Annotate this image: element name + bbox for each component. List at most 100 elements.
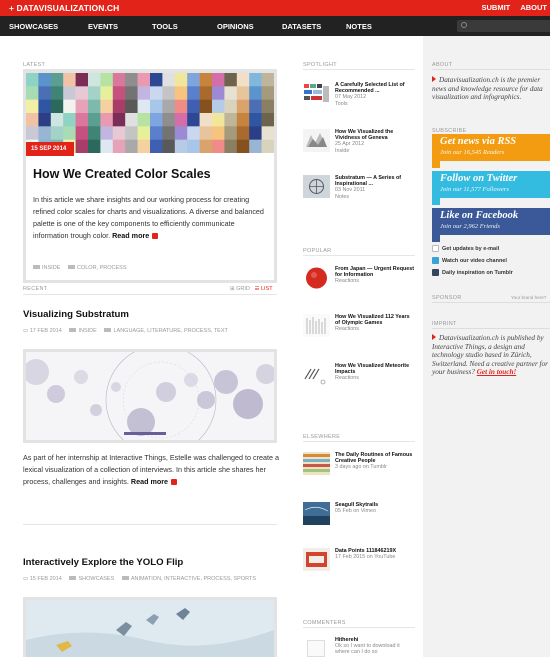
divider — [303, 441, 415, 442]
folder-icon — [69, 576, 77, 580]
divider — [23, 294, 277, 295]
article-thumbnail — [303, 175, 330, 198]
spotlight-item[interactable]: A Carefully Selected List of Recommended… — [303, 82, 415, 112]
divider — [303, 627, 415, 628]
nav-datasets[interactable]: DATASETS — [282, 22, 321, 31]
popular-title[interactable]: How We Visualized Meteorite Impacts — [335, 363, 409, 375]
spotlight-item[interactable]: Substratum — A Series of Inspirational .… — [303, 175, 415, 205]
nav-showcases[interactable]: SHOWCASES — [9, 22, 58, 31]
popular-item[interactable]: How We Visualized Meteorite Impacts Reac… — [303, 363, 415, 393]
popular-item[interactable]: From Japan — Urgent Request for Informat… — [303, 266, 415, 296]
rss-button[interactable]: Get news via RSS Join our 16,545 Readers — [432, 134, 550, 168]
article-thumbnail — [303, 548, 330, 571]
video-link[interactable]: Watch our video channel — [432, 257, 507, 264]
color-scale-image[interactable] — [26, 73, 274, 153]
about-link[interactable]: ABOUT — [520, 3, 547, 12]
nav-opinions[interactable]: OPINIONS — [217, 22, 254, 31]
commenters-heading: COMMENTERS — [303, 620, 346, 626]
submit-link[interactable]: SUBMIT — [481, 3, 510, 12]
post-title[interactable]: Visualizing Substratum — [23, 309, 129, 320]
about-heading: ABOUT — [432, 62, 453, 68]
nav-notes[interactable]: NOTES — [346, 22, 372, 31]
grid-view-button[interactable]: GRID — [236, 286, 250, 292]
email-link[interactable]: Get updates by e-mail — [432, 245, 499, 252]
elsewhere-item[interactable]: Seagull Skytrails 05 Feb on Vimeo — [303, 502, 415, 532]
divider — [432, 328, 550, 329]
tags-link[interactable]: ANIMATION, INTERACTIVE, PROCESS, SPORTS — [131, 576, 256, 582]
substratum-image[interactable] — [23, 349, 277, 443]
featured-article[interactable]: 15 SEP 2014 How We Created Color Scales … — [23, 70, 277, 283]
featured-title[interactable]: How We Created Color Scales — [33, 167, 211, 181]
calendar-icon: ▭ — [23, 576, 30, 582]
twitter-button[interactable]: Follow on Twitter Join our 11,577 Follow… — [432, 171, 550, 205]
featured-tags: INSIDE COLOR, PROCESS — [33, 265, 127, 271]
facebook-button[interactable]: Like on Facebook Join our 2,962 Friends — [432, 208, 550, 242]
spotlight-title[interactable]: How We Visualized the Vividness of Genev… — [335, 129, 393, 141]
right-rail: ABOUT Datavisualization.ch is the premie… — [423, 36, 550, 657]
read-more-link[interactable]: Read more — [131, 477, 168, 486]
article-thumbnail — [303, 363, 330, 386]
search-icon — [461, 22, 467, 28]
search-input[interactable] — [457, 20, 550, 32]
site-logo[interactable]: + DATAVISUALIZATION.CH — [9, 3, 119, 13]
spotlight-heading: SPOTLIGHT — [303, 62, 337, 68]
calendar-icon: ▭ — [23, 328, 30, 334]
elsewhere-title[interactable]: The Daily Routines of Famous Creative Pe… — [335, 452, 412, 464]
tumblr-icon — [432, 269, 439, 276]
tags-link[interactable]: COLOR, PROCESS — [77, 265, 127, 271]
spotlight-title[interactable]: A Carefully Selected List of Recommended… — [335, 82, 405, 94]
latest-heading: LATEST — [23, 62, 46, 68]
spotlight-title[interactable]: Substratum — A Series of Inspirational .… — [335, 175, 401, 187]
tag-icon — [104, 328, 112, 332]
top-links: SUBMIT ABOUT — [473, 3, 547, 12]
popular-heading: POPULAR — [303, 248, 332, 254]
commenter-name[interactable]: Hitherehi — [335, 637, 358, 643]
popular-title[interactable]: From Japan — Urgent Request for Informat… — [335, 266, 414, 278]
divider — [303, 69, 415, 70]
tag-icon — [67, 265, 75, 269]
category-link[interactable]: INSIDE — [78, 328, 96, 334]
popular-title[interactable]: How We Visualized 112 Years of Olympic G… — [335, 314, 410, 326]
arrow-icon — [171, 479, 178, 486]
popular-item[interactable]: How We Visualized 112 Years of Olympic G… — [303, 314, 415, 344]
twitter-icon — [432, 197, 440, 205]
spotlight-item[interactable]: How We Visualized the Vividness of Genev… — [303, 129, 415, 159]
main-nav: SHOWCASES EVENTS TOOLS OPINIONS DATASETS… — [0, 16, 550, 36]
elsewhere-item[interactable]: Data Points 111846219X 17 Feb 2015 on Yo… — [303, 548, 415, 578]
elsewhere-title[interactable]: Seagull Skytrails — [335, 502, 378, 508]
sponsor-link[interactable]: Your brand here? — [511, 295, 546, 300]
read-more-link[interactable]: Read more — [112, 231, 149, 240]
yolo-flip-image[interactable] — [23, 597, 277, 657]
article-thumbnail — [303, 266, 330, 289]
elsewhere-title[interactable]: Data Points 111846219X — [335, 548, 396, 554]
tumblr-link[interactable]: Daily inspiration on Tumblr — [432, 269, 513, 276]
elsewhere-item[interactable]: The Daily Routines of Famous Creative Pe… — [303, 452, 415, 482]
divider — [303, 255, 415, 256]
post-meta: ▭ 17 FEB 2014 INSIDE LANGUAGE, LITERATUR… — [23, 328, 228, 334]
view-toggle: ⊞ GRID ☰ LIST — [230, 286, 273, 292]
tags-link[interactable]: LANGUAGE, LITERATURE, PROCESS, TEXT — [113, 328, 227, 334]
imprint-heading: IMPRINT — [432, 321, 457, 327]
article-thumbnail — [303, 502, 330, 525]
post-title[interactable]: Interactively Explore the YOLO Flip — [23, 557, 183, 568]
arrow-icon — [152, 233, 159, 240]
facebook-icon — [432, 234, 440, 242]
comment-text: Ok so I want to download it where can I … — [335, 643, 400, 656]
folder-icon — [33, 265, 40, 269]
post-meta: ▭ 15 FEB 2014 SHOWCASES ANIMATION, INTER… — [23, 576, 256, 582]
nav-tools[interactable]: TOOLS — [152, 22, 178, 31]
about-text: Datavisualization.ch is the premier news… — [432, 76, 543, 102]
date-badge: 15 SEP 2014 — [26, 142, 74, 156]
category-link[interactable]: SHOWCASES — [78, 576, 114, 582]
post-excerpt: As part of her internship at Interactive… — [23, 453, 279, 487]
rss-icon — [432, 160, 440, 168]
mail-icon — [432, 245, 439, 252]
folder-icon — [69, 328, 77, 332]
elsewhere-heading: ELSEWHERE — [303, 434, 341, 440]
category-link[interactable]: INSIDE — [42, 265, 60, 271]
get-in-touch-link[interactable]: Get in touch! — [477, 368, 517, 376]
list-view-button[interactable]: LIST — [261, 286, 273, 292]
tag-icon — [121, 576, 129, 580]
nav-events[interactable]: EVENTS — [88, 22, 118, 31]
divider — [432, 302, 550, 303]
